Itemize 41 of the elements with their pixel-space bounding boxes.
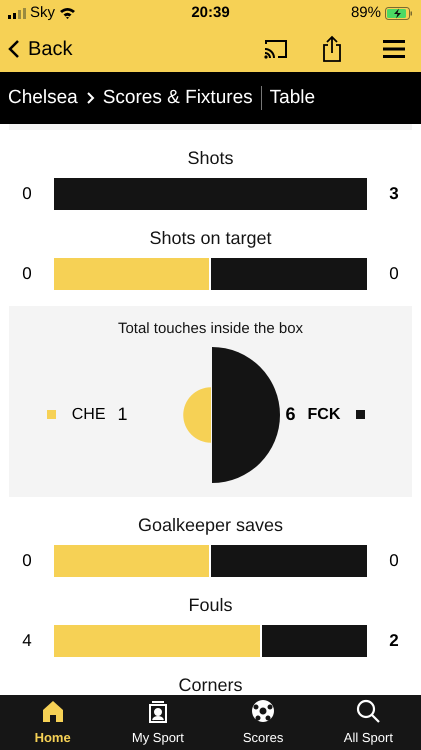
stat-title: Corners xyxy=(178,674,243,696)
legend-swatch xyxy=(356,410,366,419)
battery-percent: 89% xyxy=(350,2,381,23)
away-value: 3 xyxy=(388,183,400,206)
home-value: 4 xyxy=(21,630,33,652)
away-value: 2 xyxy=(388,630,400,652)
breadcrumb-link[interactable]: Chelsea xyxy=(8,84,78,112)
carrier-name: Sky xyxy=(30,2,56,23)
home-value: 0 xyxy=(21,183,33,206)
tab-item[interactable]: All Sport xyxy=(316,695,421,750)
menu-icon[interactable] xyxy=(383,39,405,59)
stat-title: Total touches inside the box xyxy=(118,319,304,339)
search-icon xyxy=(355,698,382,724)
table-link[interactable]: Table xyxy=(270,84,316,112)
chevron-left-icon xyxy=(8,39,20,59)
stat-title: Fouls xyxy=(188,594,232,616)
away-value: 0 xyxy=(388,550,400,572)
stat-title: Goalkeeper saves xyxy=(138,514,284,536)
tab-item[interactable]: My Sport xyxy=(105,695,210,750)
stat-title: Shots on target xyxy=(149,227,272,250)
chevron-right-icon xyxy=(86,91,95,105)
cast-icon[interactable] xyxy=(263,38,289,60)
stat-title: Shots xyxy=(187,147,234,170)
away-value: 6 xyxy=(286,403,296,426)
legend-swatch xyxy=(46,410,56,419)
football-icon xyxy=(250,698,276,724)
breadcrumb-link[interactable]: Scores & Fixtures xyxy=(102,84,253,112)
battery-icon xyxy=(385,6,413,20)
tab-item[interactable]: Home xyxy=(0,695,106,750)
away-value: 0 xyxy=(388,263,400,286)
back-button[interactable]: Back xyxy=(8,34,72,64)
signal-icon xyxy=(8,8,26,18)
share-icon[interactable] xyxy=(321,35,343,63)
away-team-code: FCK xyxy=(308,404,340,424)
home-value: 0 xyxy=(21,550,33,572)
clock-time: 20:39 xyxy=(190,2,231,23)
wifi-icon xyxy=(59,7,76,19)
home-team-code: CHE xyxy=(72,404,106,424)
home-value: 1 xyxy=(117,403,128,426)
home-value: 0 xyxy=(21,263,33,286)
tab-item[interactable]: Scores xyxy=(210,695,316,750)
